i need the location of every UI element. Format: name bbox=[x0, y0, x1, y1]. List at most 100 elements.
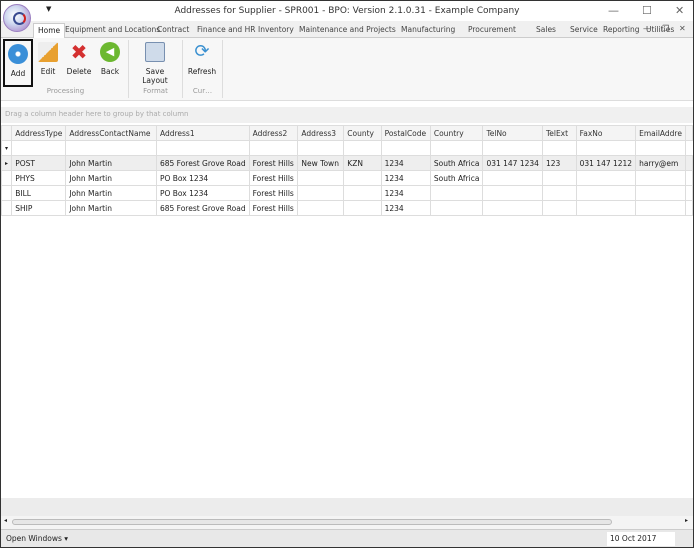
table-cell[interactable]: PO Box 1234 bbox=[155, 185, 250, 201]
table-cell[interactable] bbox=[541, 170, 577, 186]
table-row[interactable]: BILL John Martin PO Box 1234 Forest Hills 12… bbox=[0, 185, 693, 201]
date-field[interactable]: 10 Oct 2017 bbox=[607, 532, 675, 546]
table-cell[interactable]: SHIP bbox=[11, 200, 67, 216]
group-by-panel[interactable]: Drag a column header here to group by th… bbox=[1, 107, 693, 123]
refresh-button[interactable]: ⟳ Refresh bbox=[185, 39, 219, 87]
add-button[interactable]: Add bbox=[3, 39, 33, 87]
table-cell[interactable]: 1234 bbox=[380, 200, 431, 216]
table-cell[interactable] bbox=[429, 185, 484, 201]
table-cell[interactable] bbox=[429, 200, 484, 216]
table-cell[interactable] bbox=[635, 185, 686, 201]
table-cell[interactable] bbox=[541, 200, 577, 216]
column-header[interactable]: Country bbox=[429, 125, 484, 141]
table-row[interactable]: ▸ POST John Martin 685 Forest Grove Road For… bbox=[0, 155, 693, 171]
maximize-button[interactable]: ☐ bbox=[642, 4, 652, 17]
table-cell[interactable]: 1234 bbox=[380, 185, 431, 201]
table-cell[interactable] bbox=[343, 185, 382, 201]
table-cell[interactable]: KZN bbox=[343, 155, 382, 171]
tab-inventory[interactable]: Inventory bbox=[254, 23, 298, 38]
filter-cell[interactable] bbox=[380, 140, 431, 156]
tab-sales[interactable]: Sales bbox=[532, 23, 560, 38]
column-header[interactable]: PostalCode bbox=[380, 125, 431, 141]
table-cell[interactable]: 123 bbox=[541, 155, 577, 171]
filter-cell[interactable] bbox=[482, 140, 543, 156]
table-cell[interactable]: 031 147 1212 bbox=[575, 155, 637, 171]
table-cell[interactable]: BILL bbox=[11, 185, 67, 201]
filter-cell[interactable] bbox=[429, 140, 484, 156]
filter-cell[interactable] bbox=[343, 140, 382, 156]
table-cell[interactable]: South Africa bbox=[429, 155, 484, 171]
scrollbar-thumb[interactable] bbox=[12, 519, 612, 525]
table-cell[interactable]: PHYS bbox=[11, 170, 67, 186]
table-cell[interactable] bbox=[297, 170, 345, 186]
mdi-restore-button[interactable]: ❐ bbox=[662, 24, 669, 33]
table-cell[interactable] bbox=[575, 185, 637, 201]
tab-procurement[interactable]: Procurement bbox=[464, 23, 520, 38]
table-cell[interactable]: Forest Hills bbox=[248, 200, 299, 216]
tab-contract[interactable]: Contract bbox=[153, 23, 193, 38]
filter-cell[interactable] bbox=[65, 140, 157, 156]
tab-manufacturing[interactable]: Manufacturing bbox=[397, 23, 459, 38]
table-cell[interactable] bbox=[482, 185, 543, 201]
tab-equipment-and-locations[interactable]: Equipment and Locations bbox=[61, 23, 164, 38]
table-cell[interactable] bbox=[635, 200, 686, 216]
tab-reporting[interactable]: Reporting bbox=[599, 23, 643, 38]
table-cell[interactable]: Forest Hills bbox=[248, 185, 299, 201]
table-cell[interactable]: PO Box 1234 bbox=[155, 170, 250, 186]
table-cell[interactable] bbox=[343, 170, 382, 186]
column-header[interactable]: Address1 bbox=[155, 125, 250, 141]
mdi-minimize-button[interactable]: — bbox=[643, 24, 651, 33]
table-cell[interactable]: POST bbox=[11, 155, 67, 171]
tab-service[interactable]: Service bbox=[566, 23, 602, 38]
close-button[interactable]: ✕ bbox=[675, 4, 684, 17]
table-cell[interactable]: 1234 bbox=[380, 155, 431, 171]
table-row[interactable]: SHIP John Martin 685 Forest Grove Road Fore… bbox=[0, 200, 693, 216]
table-cell[interactable] bbox=[575, 170, 637, 186]
horizontal-scrollbar[interactable]: ◂ ▸ bbox=[1, 516, 693, 529]
filter-icon[interactable]: ▾ bbox=[0, 140, 13, 156]
table-row[interactable]: PHYS John Martin PO Box 1234 Forest Hills 12… bbox=[0, 170, 693, 186]
table-cell[interactable]: harry@em bbox=[635, 155, 686, 171]
back-button[interactable]: ◀ Back bbox=[97, 39, 123, 87]
table-cell[interactable]: 685 Forest Grove Road bbox=[155, 155, 250, 171]
table-cell[interactable]: John Martin bbox=[65, 155, 157, 171]
filter-cell[interactable] bbox=[11, 140, 67, 156]
app-logo-icon[interactable] bbox=[3, 4, 31, 32]
column-header[interactable]: TelNo bbox=[482, 125, 543, 141]
minimize-button[interactable]: — bbox=[608, 4, 619, 17]
column-header[interactable]: Address3 bbox=[297, 125, 345, 141]
filter-cell[interactable] bbox=[248, 140, 299, 156]
table-cell[interactable] bbox=[575, 200, 637, 216]
filter-row[interactable]: ▾ bbox=[0, 140, 693, 156]
scroll-left-icon[interactable]: ◂ bbox=[4, 517, 7, 524]
filter-cell[interactable] bbox=[297, 140, 345, 156]
table-cell[interactable]: 031 147 1234 bbox=[482, 155, 543, 171]
column-header[interactable]: AddressContactName bbox=[65, 125, 157, 141]
column-header[interactable]: EmailAddre bbox=[635, 125, 686, 141]
table-cell[interactable]: John Martin bbox=[65, 200, 157, 216]
quick-access-dropdown-icon[interactable]: ▼ bbox=[46, 5, 51, 13]
filter-cell[interactable] bbox=[541, 140, 577, 156]
tab-maintenance-and-projects[interactable]: Maintenance and Projects bbox=[295, 23, 400, 38]
scroll-right-icon[interactable]: ▸ bbox=[685, 517, 688, 524]
column-header[interactable]: FaxNo bbox=[575, 125, 637, 141]
table-cell[interactable] bbox=[635, 170, 686, 186]
filter-cell[interactable] bbox=[575, 140, 637, 156]
column-header[interactable]: Address2 bbox=[248, 125, 299, 141]
table-cell[interactable] bbox=[297, 200, 345, 216]
table-cell[interactable]: New Town bbox=[297, 155, 345, 171]
table-cell[interactable]: John Martin bbox=[65, 170, 157, 186]
table-cell[interactable] bbox=[297, 185, 345, 201]
column-header[interactable]: TelExt bbox=[541, 125, 577, 141]
filter-cell[interactable] bbox=[155, 140, 250, 156]
table-cell[interactable] bbox=[482, 170, 543, 186]
table-cell[interactable]: 685 Forest Grove Road bbox=[155, 200, 250, 216]
column-header[interactable]: AddressType bbox=[11, 125, 67, 141]
table-cell[interactable]: 1234 bbox=[380, 170, 431, 186]
edit-button[interactable]: Edit bbox=[36, 39, 60, 87]
table-cell[interactable] bbox=[541, 185, 577, 201]
table-cell[interactable]: Forest Hills bbox=[248, 155, 299, 171]
tab-finance-and-hr[interactable]: Finance and HR bbox=[193, 23, 259, 38]
save-layout-button[interactable]: Save Layout bbox=[132, 39, 178, 87]
filter-cell[interactable] bbox=[635, 140, 686, 156]
